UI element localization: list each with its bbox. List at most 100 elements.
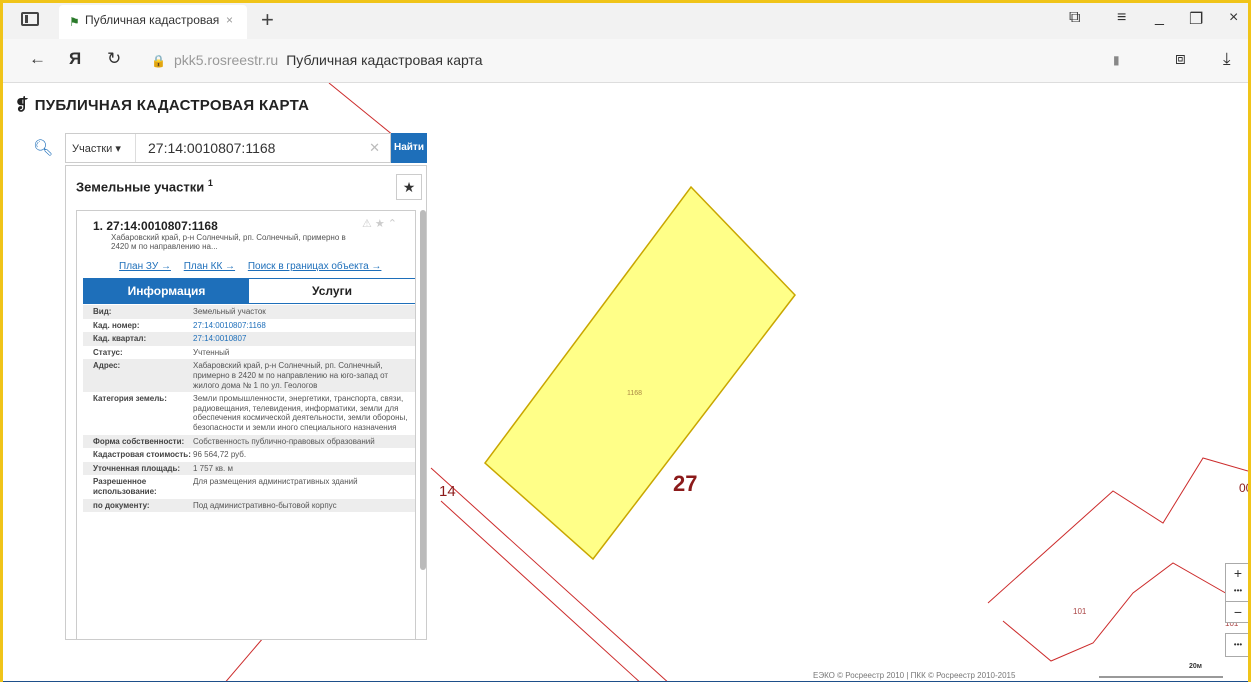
- rosreestr-favicon-icon: ⚑: [69, 15, 80, 29]
- yandex-icon[interactable]: Я: [69, 49, 81, 69]
- info-key: Статус:: [93, 347, 123, 357]
- parcel-number[interactable]: 1. 27:14:0010807:1168: [93, 219, 218, 233]
- panel-heading-text: Земельные участки: [76, 179, 205, 195]
- info-row: Разрешенное использование: Для размещения…: [83, 475, 415, 498]
- panel-scrollbar[interactable]: [420, 210, 426, 570]
- new-tab-button[interactable]: +: [261, 7, 274, 33]
- info-value: 96 564,72 руб.: [193, 450, 247, 460]
- parcel-address-short: Хабаровский край, р-н Солнечный, рп. Сол…: [111, 233, 346, 252]
- zoom-more-icon[interactable]: •••: [1226, 582, 1248, 600]
- quarter-boundary-line: [987, 457, 1248, 604]
- reload-icon[interactable]: ↻: [107, 49, 121, 69]
- parcel-101-boundary: [1002, 562, 1244, 662]
- address-bar: ← Я ↻ 🔒 pkk5.rosreestr.ru Публичная кадаст…: [3, 39, 1248, 83]
- url-page-title: Публичная кадастровая карта: [286, 52, 483, 68]
- info-table: Вид: Земельный участок Кад. номер: 27:14:00…: [83, 305, 415, 513]
- find-button[interactable]: Найти: [391, 133, 427, 163]
- tab-information[interactable]: Информация: [84, 279, 249, 303]
- zoom-control: + •••: [1225, 563, 1248, 603]
- results-count: 1: [207, 178, 213, 188]
- info-value[interactable]: 27:14:0010807:1168: [193, 321, 412, 331]
- quarter-label-14: 14: [439, 483, 456, 500]
- map-copyright: ЕЭКО © Росреестр 2010 | ПКК © Росреестр …: [813, 671, 1016, 680]
- quarter-label-00: 00: [1239, 481, 1248, 495]
- result-card: 1. 27:14:0010807:1168 ⚠ ★ ⌃ Хабаровский …: [76, 210, 416, 639]
- tab-title: Публичная кадастровая: [85, 13, 220, 27]
- info-key: по документу:: [93, 500, 150, 510]
- info-row: Кадастровая стоимость: 96 564,72 руб.: [83, 448, 415, 462]
- clear-search-icon[interactable]: ✕: [369, 140, 380, 156]
- land-parcel-1168[interactable]: [483, 185, 796, 561]
- info-value[interactable]: 27:14:0010807: [193, 334, 412, 344]
- tab-services[interactable]: Услуги: [249, 279, 415, 303]
- info-value: Хабаровский край, р-н Солнечный, рп. Сол…: [193, 361, 389, 390]
- info-row: Адрес: Хабаровский край, р-н Солнечный, р…: [83, 359, 415, 393]
- info-row: Форма собственности: Собственность публич…: [83, 434, 415, 449]
- scale-label: 20м: [1189, 663, 1202, 670]
- collections-icon[interactable]: ⧉: [1069, 9, 1080, 27]
- info-key: Уточненная площадь:: [93, 463, 181, 473]
- search-box: Участки ▾ 27:14:0010807:1168 ✕: [65, 133, 391, 163]
- app-title-text: ПУБЛИЧНАЯ КАДАСТРОВАЯ КАРТА: [34, 97, 310, 114]
- card-actions-icons[interactable]: ⚠ ★ ⌃: [362, 217, 397, 230]
- parcel-label-101: 101: [1073, 607, 1087, 616]
- map-tools-button[interactable]: •••: [1225, 633, 1248, 657]
- search-in-bounds-link[interactable]: Поиск в границах объекта →: [248, 261, 382, 272]
- favorite-star-button[interactable]: ★: [396, 174, 422, 200]
- lock-icon: 🔒: [151, 54, 166, 68]
- info-value: Собственность публично-правовых образова…: [193, 436, 375, 446]
- search-input[interactable]: 27:14:0010807:1168: [148, 140, 275, 156]
- info-row: Кад. номер: 27:14:0010807:1168: [83, 319, 415, 333]
- back-icon[interactable]: ←: [29, 49, 46, 69]
- search-bar: 🔍︎ Участки ▾ 27:14:0010807:1168 ✕ Найти: [25, 133, 427, 163]
- minimize-icon[interactable]: _: [1155, 9, 1164, 27]
- rosreestr-logo-icon: ❡: [15, 97, 29, 114]
- search-icon[interactable]: 🔍︎: [33, 138, 53, 158]
- browser-tab[interactable]: ⚑ Публичная кадастровая ×: [59, 5, 247, 39]
- info-row: Вид: Земельный участок: [83, 305, 415, 319]
- close-tab-icon[interactable]: ×: [226, 13, 233, 27]
- card-tabs: Информация Услуги: [83, 278, 415, 304]
- info-value: Для размещения административных зданий: [193, 477, 358, 487]
- browser-window: ⚑ Публичная кадастровая × + ⧉ ≡ _ ❐ × ← Я…: [0, 0, 1251, 682]
- info-row: Категория земель: Земли промышленности, э…: [83, 392, 415, 434]
- info-value: Под административно-бытовой корпус: [193, 500, 337, 510]
- zoom-out-button[interactable]: −: [1225, 601, 1248, 623]
- close-window-icon[interactable]: ×: [1229, 9, 1238, 27]
- info-key: Кад. квартал:: [93, 334, 147, 344]
- translate-icon[interactable]: ⧈: [1175, 49, 1186, 69]
- card-links: План ЗУ → План КК → Поиск в границах объ…: [119, 261, 391, 272]
- info-key: Форма собственности:: [93, 436, 185, 446]
- download-icon[interactable]: ⤓: [1223, 49, 1231, 69]
- info-key: Адрес:: [93, 361, 121, 371]
- info-value: Земельный участок: [193, 307, 266, 316]
- info-key: Кад. номер:: [93, 320, 140, 330]
- category-value: Участки: [72, 143, 113, 155]
- quarter-label-27: 27: [673, 471, 698, 496]
- info-row: Уточненная площадь: 1 757 кв. м: [83, 461, 415, 476]
- info-value: Земли промышленности, энергетики, трансп…: [193, 394, 408, 432]
- url-field[interactable]: 🔒 pkk5.rosreestr.ru Публичная кадастровая …: [151, 52, 483, 68]
- plan-zu-link[interactable]: План ЗУ →: [119, 261, 171, 272]
- app-title: ❡ ПУБЛИЧНАЯ КАДАСТРОВАЯ КАРТА: [15, 95, 309, 115]
- panel-heading: Земельные участки 1: [76, 178, 213, 194]
- zoom-in-button[interactable]: +: [1226, 564, 1248, 582]
- url-domain: pkk5.rosreestr.ru: [173, 52, 279, 68]
- info-key: Разрешенное использование:: [93, 477, 157, 496]
- info-row: Статус: Учтенный: [83, 346, 415, 360]
- bookmark-icon[interactable]: ▮: [1113, 53, 1120, 67]
- tabs-overview-icon[interactable]: [21, 12, 39, 26]
- chevron-down-icon: ▾: [115, 143, 121, 155]
- info-key: Кадастровая стоимость:: [93, 450, 191, 460]
- info-key: Категория земель:: [93, 394, 167, 404]
- category-select[interactable]: Участки ▾: [66, 134, 136, 162]
- info-key: Вид:: [93, 307, 112, 316]
- results-panel: Земельные участки 1 ★ 1. 27:14:0010807:1…: [65, 165, 427, 640]
- info-value: Учтенный: [193, 347, 230, 357]
- info-row: по документу: Под административно-бытовой…: [83, 498, 415, 513]
- info-row: Кад. квартал: 27:14:0010807: [83, 332, 415, 346]
- menu-icon[interactable]: ≡: [1117, 9, 1126, 27]
- info-value: 1 757 кв. м: [193, 463, 233, 473]
- plan-kk-link[interactable]: План КК →: [184, 261, 235, 272]
- restore-icon[interactable]: ❐: [1189, 9, 1203, 29]
